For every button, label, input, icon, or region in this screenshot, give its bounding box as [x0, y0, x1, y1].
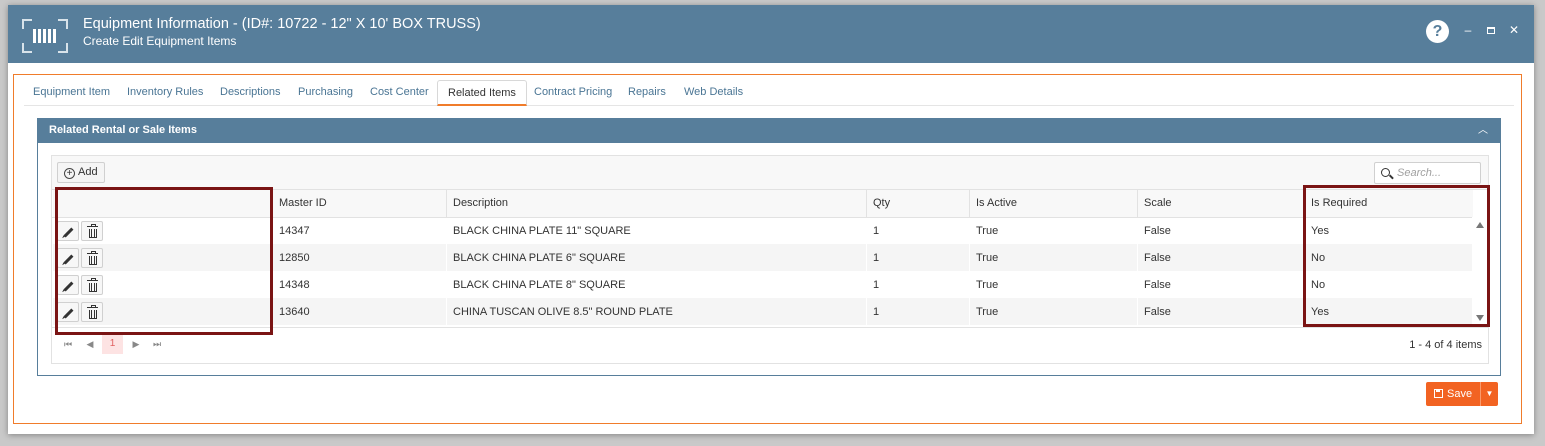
column-header-description[interactable]: Description: [446, 190, 867, 218]
column-header-scale[interactable]: Scale: [1137, 190, 1305, 218]
cell-qty: 1: [866, 244, 970, 271]
column-header-qty[interactable]: Qty: [866, 190, 970, 218]
search-box[interactable]: [1374, 162, 1481, 184]
column-header-master-id[interactable]: Master ID: [272, 190, 447, 218]
title-bar: Equipment Information - (ID#: 10722 - 12…: [8, 5, 1534, 63]
annotation-box-is-required: [1303, 185, 1490, 327]
maximize-button[interactable]: [1484, 23, 1498, 37]
cell-qty: 1: [866, 217, 970, 244]
pager-info: 1 - 4 of 4 items: [1409, 339, 1482, 351]
grid-toolbar: + Add: [52, 156, 1488, 190]
add-button[interactable]: + Add: [57, 162, 105, 183]
search-input[interactable]: [1397, 166, 1477, 180]
add-button-label: Add: [78, 166, 98, 178]
cell-scale: False: [1137, 217, 1305, 244]
column-header-is-active[interactable]: Is Active: [969, 190, 1138, 218]
tab-purchasing[interactable]: Purchasing: [298, 80, 353, 106]
minimize-button[interactable]: –: [1461, 23, 1475, 37]
cell-description: BLACK CHINA PLATE 6" SQUARE: [446, 244, 867, 271]
cell-master-id: 12850: [272, 244, 447, 271]
tab-cost-center[interactable]: Cost Center: [370, 80, 429, 106]
cell-qty: 1: [866, 271, 970, 298]
next-page-button[interactable]: ▶: [128, 334, 144, 354]
save-dropdown-button[interactable]: ▼: [1480, 382, 1498, 406]
chevron-up-icon[interactable]: ︿: [1478, 119, 1488, 142]
tab-contract-pricing[interactable]: Contract Pricing: [534, 80, 612, 106]
close-button[interactable]: ✕: [1507, 23, 1521, 37]
tab-repairs[interactable]: Repairs: [628, 80, 666, 106]
cell-is-active: True: [969, 217, 1138, 244]
tab-descriptions[interactable]: Descriptions: [220, 80, 281, 106]
tab-equipment-item[interactable]: Equipment Item: [33, 80, 110, 106]
cell-master-id: 14347: [272, 217, 447, 244]
section-header[interactable]: Related Rental or Sale Items ︿: [38, 119, 1500, 143]
cell-description: BLACK CHINA PLATE 11" SQUARE: [446, 217, 867, 244]
cell-description: CHINA TUSCAN OLIVE 8.5" ROUND PLATE: [446, 298, 867, 325]
section-title: Related Rental or Sale Items: [49, 124, 197, 136]
cell-is-active: True: [969, 244, 1138, 271]
cell-scale: False: [1137, 271, 1305, 298]
window-subtitle: Create Edit Equipment Items: [83, 34, 237, 48]
cell-master-id: 13640: [272, 298, 447, 325]
cell-qty: 1: [866, 298, 970, 325]
search-icon: [1381, 168, 1390, 177]
floppy-disk-icon: [1434, 389, 1443, 398]
save-button[interactable]: Save: [1426, 382, 1480, 406]
tab-inventory-rules[interactable]: Inventory Rules: [127, 80, 203, 106]
tab-related-items[interactable]: Related Items: [437, 80, 527, 106]
current-page-button[interactable]: 1: [102, 334, 123, 354]
maximize-icon: [1487, 27, 1495, 34]
cell-is-active: True: [969, 298, 1138, 325]
first-page-button[interactable]: ⏮: [60, 334, 76, 354]
window-title: Equipment Information - (ID#: 10722 - 12…: [83, 16, 481, 32]
save-button-label: Save: [1447, 388, 1473, 400]
equipment-information-window: Equipment Information - (ID#: 10722 - 12…: [8, 5, 1534, 434]
tab-web-details[interactable]: Web Details: [684, 80, 743, 106]
barcode-logo-icon: [22, 19, 68, 53]
cell-scale: False: [1137, 244, 1305, 271]
help-icon[interactable]: ?: [1426, 20, 1449, 43]
prev-page-button[interactable]: ◀: [82, 334, 98, 354]
last-page-button[interactable]: ⏭: [149, 334, 165, 354]
plus-circle-icon: +: [64, 168, 75, 179]
tab-strip: Equipment Item Inventory Rules Descripti…: [24, 80, 1514, 106]
cell-scale: False: [1137, 298, 1305, 325]
cell-is-active: True: [969, 271, 1138, 298]
cell-master-id: 14348: [272, 271, 447, 298]
annotation-box-commands: [55, 187, 273, 335]
cell-description: BLACK CHINA PLATE 8" SQUARE: [446, 271, 867, 298]
